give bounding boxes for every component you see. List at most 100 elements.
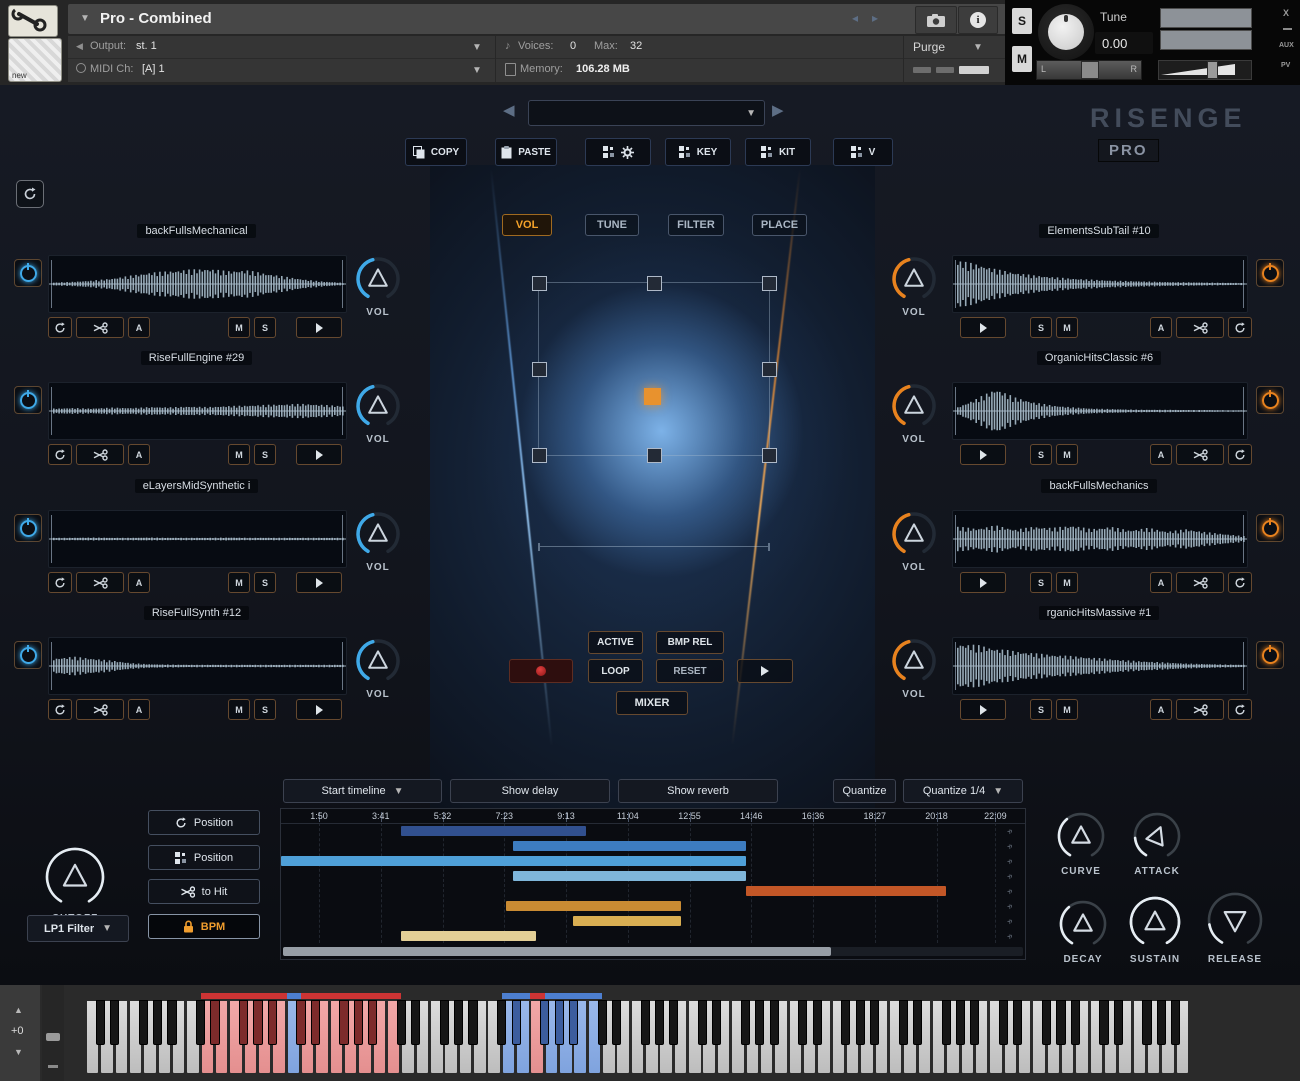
- slot-auto-button[interactable]: A: [128, 444, 150, 465]
- timeline-row-settings-icon[interactable]: »: [1004, 916, 1015, 927]
- slot-solo-button[interactable]: S: [254, 699, 276, 720]
- black-key[interactable]: [1142, 1000, 1151, 1045]
- attack-knob[interactable]: ATTACK: [1126, 806, 1188, 880]
- black-key[interactable]: [296, 1000, 305, 1045]
- master-tune-knob[interactable]: [1038, 4, 1094, 60]
- slot-mute-button[interactable]: M: [228, 444, 250, 465]
- mid-view-button[interactable]: [936, 67, 954, 73]
- slot-play-button[interactable]: [296, 317, 342, 338]
- xy-pad-handle[interactable]: [762, 448, 777, 463]
- snapshot-camera-button[interactable]: [915, 6, 957, 34]
- xy-pad-handle[interactable]: [762, 362, 777, 377]
- transpose-down-arrow[interactable]: ▼: [14, 1047, 23, 1057]
- black-key[interactable]: [96, 1000, 105, 1045]
- black-key[interactable]: [397, 1000, 406, 1045]
- black-key[interactable]: [612, 1000, 621, 1045]
- wrench-button[interactable]: [8, 5, 58, 37]
- full-view-button[interactable]: [959, 66, 989, 74]
- black-key[interactable]: [1114, 1000, 1123, 1045]
- slot-power-button[interactable]: [14, 514, 42, 542]
- slot-auto-button[interactable]: A: [1150, 699, 1172, 720]
- xy-pad[interactable]: [528, 270, 778, 466]
- play-button[interactable]: [737, 659, 793, 683]
- black-key[interactable]: [368, 1000, 377, 1045]
- slot-solo-button[interactable]: S: [254, 572, 276, 593]
- black-key[interactable]: [454, 1000, 463, 1045]
- slot-volume-knob[interactable]: VOL: [350, 635, 406, 701]
- waveform-display[interactable]: [952, 255, 1248, 313]
- tune-value[interactable]: 0.00: [1102, 36, 1127, 51]
- slot-auto-button[interactable]: A: [1150, 317, 1172, 338]
- waveform-display[interactable]: [48, 510, 347, 568]
- slot-loop-button[interactable]: [1228, 444, 1252, 465]
- black-key[interactable]: [411, 1000, 420, 1045]
- black-key[interactable]: [268, 1000, 277, 1045]
- slot-volume-knob[interactable]: VOL: [350, 508, 406, 574]
- minimize-view-button[interactable]: [913, 67, 931, 73]
- slot-play-button[interactable]: [960, 572, 1006, 593]
- aux-label[interactable]: AUX: [1279, 42, 1294, 49]
- black-key[interactable]: [555, 1000, 564, 1045]
- black-key[interactable]: [669, 1000, 678, 1045]
- black-key[interactable]: [167, 1000, 176, 1045]
- black-key[interactable]: [540, 1000, 549, 1045]
- slot-cut-button[interactable]: [1176, 699, 1224, 720]
- slot-cut-button[interactable]: [1176, 444, 1224, 465]
- timeline-row-settings-icon[interactable]: »: [1004, 901, 1015, 912]
- black-key[interactable]: [942, 1000, 951, 1045]
- timeline-bar-row-1[interactable]: [401, 826, 586, 836]
- timeline-bar-row-5[interactable]: [746, 886, 946, 896]
- sample-name[interactable]: backFullsMechanics: [952, 480, 1246, 492]
- slot-auto-button[interactable]: A: [128, 317, 150, 338]
- grid-position-button[interactable]: Position: [148, 845, 260, 870]
- black-key[interactable]: [1056, 1000, 1065, 1045]
- black-key[interactable]: [970, 1000, 979, 1045]
- tab-place[interactable]: PLACE: [752, 214, 807, 236]
- black-key[interactable]: [253, 1000, 262, 1045]
- slot-cut-button[interactable]: [76, 699, 124, 720]
- slot-play-button[interactable]: [296, 572, 342, 593]
- slot-power-button[interactable]: [14, 641, 42, 669]
- slot-play-button[interactable]: [960, 444, 1006, 465]
- master-solo-button[interactable]: S: [1012, 8, 1032, 34]
- black-key[interactable]: [1171, 1000, 1180, 1045]
- black-key[interactable]: [856, 1000, 865, 1045]
- volume-slider-handle[interactable]: [1207, 61, 1218, 79]
- slot-cut-button[interactable]: [76, 444, 124, 465]
- max-voices-value[interactable]: 32: [630, 40, 642, 52]
- slot-volume-knob[interactable]: VOL: [886, 635, 942, 701]
- mixer-button[interactable]: MIXER: [616, 691, 688, 715]
- black-key[interactable]: [153, 1000, 162, 1045]
- slot-play-button[interactable]: [960, 317, 1006, 338]
- purge-label[interactable]: Purge: [913, 40, 945, 54]
- show-delay-button[interactable]: Show delay: [450, 779, 610, 803]
- slot-power-button[interactable]: [1256, 641, 1284, 669]
- black-key[interactable]: [139, 1000, 148, 1045]
- black-key[interactable]: [1042, 1000, 1051, 1045]
- black-key[interactable]: [741, 1000, 750, 1045]
- timeline-bar-row-4[interactable]: [513, 871, 746, 881]
- preset-selector[interactable]: ▼: [528, 100, 765, 126]
- arrangement-timeline[interactable]: 1:503:415:327:239:1311:0412:5514:4616:36…: [280, 808, 1026, 960]
- slot-volume-knob[interactable]: VOL: [886, 508, 942, 574]
- bpm-lock-button[interactable]: BPM: [148, 914, 260, 939]
- key-map-button[interactable]: KEY: [665, 138, 731, 166]
- black-key[interactable]: [1157, 1000, 1166, 1045]
- slot-loop-button[interactable]: [1228, 317, 1252, 338]
- sample-name[interactable]: rganicHitsMassive #1: [952, 607, 1246, 619]
- sample-name[interactable]: RiseFullEngine #29: [48, 352, 345, 364]
- black-key[interactable]: [1071, 1000, 1080, 1045]
- show-reverb-button[interactable]: Show reverb: [618, 779, 778, 803]
- black-key[interactable]: [311, 1000, 320, 1045]
- xy-position-marker[interactable]: [644, 388, 661, 405]
- black-key[interactable]: [655, 1000, 664, 1045]
- black-key[interactable]: [497, 1000, 506, 1045]
- slot-power-button[interactable]: [1256, 514, 1284, 542]
- slot-play-button[interactable]: [960, 699, 1006, 720]
- loop-position-button[interactable]: Position: [148, 810, 260, 835]
- timeline-bar-row-2[interactable]: [513, 841, 746, 851]
- slot-cut-button[interactable]: [76, 572, 124, 593]
- slot-loop-button[interactable]: [48, 699, 72, 720]
- slot-power-button[interactable]: [14, 259, 42, 287]
- xy-pad-handle[interactable]: [532, 362, 547, 377]
